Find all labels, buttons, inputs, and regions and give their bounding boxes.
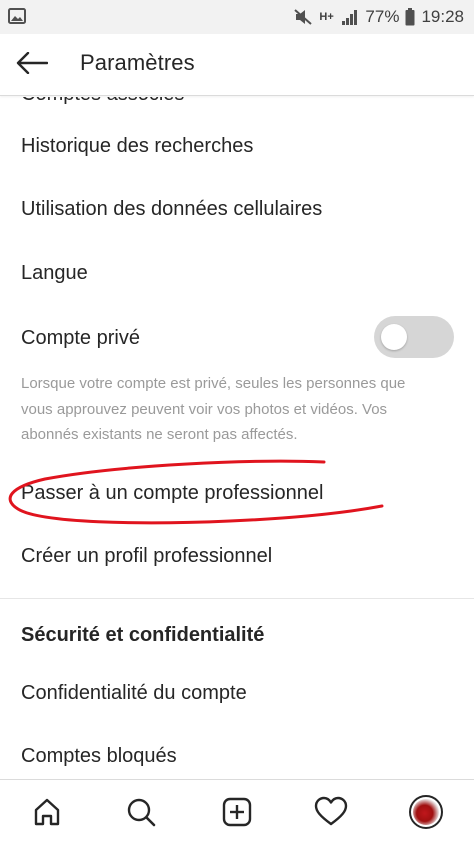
home-icon[interactable] bbox=[29, 794, 65, 830]
section-title-security: Sécurité et confidentialité bbox=[21, 624, 265, 646]
settings-list[interactable]: Comptes associés Historique des recherch… bbox=[0, 97, 474, 779]
private-account-toggle[interactable] bbox=[374, 316, 454, 358]
battery-icon bbox=[405, 8, 415, 26]
signal-icon bbox=[341, 8, 359, 26]
toggle-knob bbox=[381, 324, 407, 350]
private-account-helper-text: Lorsque votre compte est privé, seules l… bbox=[21, 375, 406, 443]
avatar bbox=[409, 795, 443, 829]
settings-item-language[interactable]: Langue bbox=[21, 262, 88, 285]
settings-item-cellular-data[interactable]: Utilisation des données cellulaires bbox=[21, 198, 322, 221]
settings-item-account-privacy[interactable]: Confidentialité du compte bbox=[21, 682, 247, 705]
arrow-left-icon bbox=[16, 51, 49, 79]
settings-item-blocked-accounts[interactable]: Comptes bloqués bbox=[21, 745, 177, 768]
settings-item-cut-off[interactable]: Comptes associés bbox=[21, 97, 184, 106]
activity-heart-icon[interactable] bbox=[313, 794, 349, 830]
image-icon bbox=[8, 8, 26, 24]
profile-avatar[interactable] bbox=[408, 794, 444, 830]
status-bar: H+ 77% 19:28 bbox=[0, 0, 474, 34]
back-button[interactable] bbox=[12, 48, 52, 82]
app-bar: Paramètres bbox=[0, 34, 474, 96]
battery-percent: 77% bbox=[365, 7, 400, 26]
clock: 19:28 bbox=[421, 7, 464, 26]
settings-item-switch-to-business[interactable]: Passer à un compte professionnel bbox=[21, 482, 323, 505]
bottom-navigation bbox=[0, 779, 474, 842]
settings-item-create-business-profile[interactable]: Créer un profil professionnel bbox=[21, 545, 272, 568]
settings-item-search-history[interactable]: Historique des recherches bbox=[21, 135, 253, 158]
mute-icon bbox=[293, 8, 313, 26]
avatar-image bbox=[413, 799, 439, 825]
settings-item-private-account[interactable]: Compte privé bbox=[21, 327, 140, 350]
page-title: Paramètres bbox=[80, 50, 195, 75]
section-divider bbox=[0, 598, 474, 599]
new-post-icon[interactable] bbox=[219, 794, 255, 830]
search-icon[interactable] bbox=[123, 794, 159, 830]
network-type: H+ bbox=[319, 10, 334, 23]
